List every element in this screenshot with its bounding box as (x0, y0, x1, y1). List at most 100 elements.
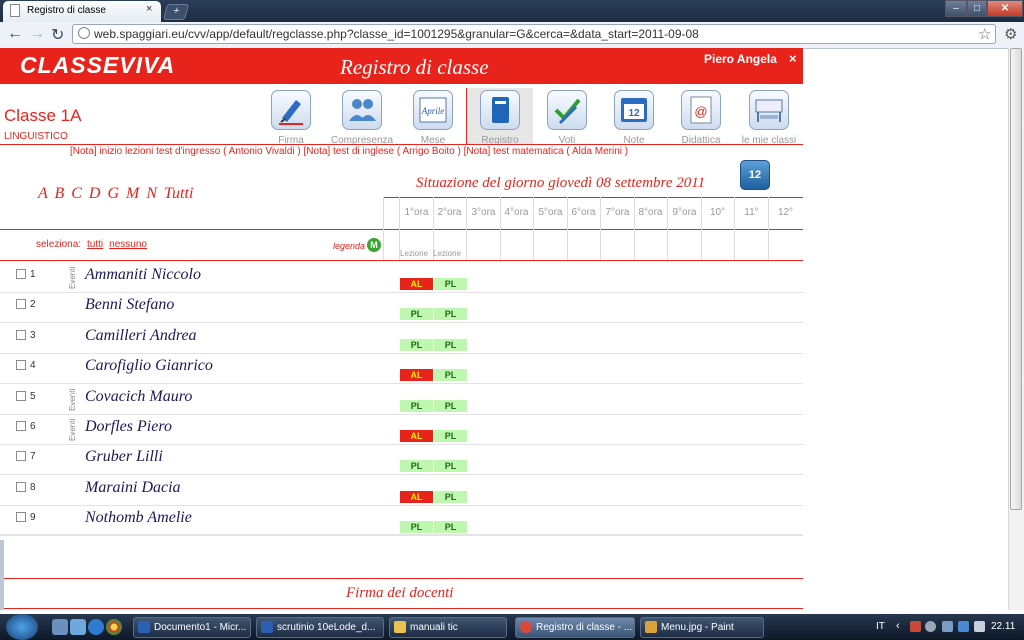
page-title: Registro di classe (340, 55, 489, 79)
new-tab-button[interactable]: + (162, 4, 190, 20)
row-divider (0, 352, 803, 354)
nav-mese[interactable]: Aprile Mese (400, 88, 466, 146)
language-indicator[interactable]: IT (876, 621, 885, 632)
volume-icon[interactable] (974, 621, 985, 632)
people-icon (342, 90, 382, 130)
attendance-badge[interactable]: AL (400, 278, 433, 290)
events-label[interactable]: Eventi (68, 388, 77, 410)
attendance-badge[interactable]: PL (400, 521, 433, 534)
minimize-button[interactable]: – (945, 0, 967, 17)
row-divider (0, 383, 803, 385)
student-checkbox[interactable] (16, 299, 26, 310)
nav-voti[interactable]: Voti (534, 88, 600, 146)
student-name[interactable]: Covacich Mauro (85, 388, 192, 406)
desktop-icon[interactable] (52, 619, 68, 635)
taskbar-item[interactable]: scrutinio 10eLode_d... (256, 617, 384, 638)
taskbar-item[interactable]: manuali tic (389, 617, 507, 638)
nav-didattica[interactable]: @ Didattica (668, 88, 734, 146)
update-icon[interactable] (925, 621, 936, 632)
student-checkbox[interactable] (16, 360, 26, 371)
attendance-badge[interactable]: AL (400, 369, 433, 382)
folder-icon (394, 621, 406, 633)
divider (4, 578, 803, 579)
attendance-badge[interactable]: PL (434, 278, 467, 290)
student-name[interactable]: Ammaniti Niccolo (85, 266, 201, 284)
attendance-badge[interactable]: PL (434, 338, 467, 351)
student-number: 7 (30, 451, 36, 463)
student-checkbox[interactable] (16, 421, 26, 431)
maximize-button[interactable]: □ (967, 0, 987, 17)
signatures-title: Firma dei docenti (346, 585, 454, 601)
display-icon[interactable] (958, 621, 969, 632)
close-window-button[interactable]: ✕ (987, 0, 1023, 17)
back-arrow-icon[interactable]: ← (7, 25, 23, 43)
events-label[interactable]: Eventi (68, 419, 77, 441)
start-button[interactable] (6, 614, 38, 640)
bookmark-star-icon[interactable]: ☆ (978, 25, 991, 43)
scrollbar-thumb[interactable] (1010, 48, 1022, 510)
attendance-badge[interactable]: PL (400, 460, 433, 473)
security-icon[interactable] (910, 621, 921, 632)
attendance-badge[interactable]: PL (434, 521, 467, 534)
student-name[interactable]: Gruber Lilli (85, 448, 163, 466)
tab-close-icon[interactable]: × (146, 3, 152, 15)
student-checkbox[interactable] (16, 481, 26, 492)
student-number: 3 (30, 329, 36, 341)
taskbar-item-active[interactable]: Registro di classe - ... (515, 617, 635, 638)
attendance-badge[interactable]: PL (434, 430, 467, 442)
desk-icon (749, 90, 789, 130)
wrench-icon[interactable]: ⚙ (1004, 25, 1017, 43)
student-name[interactable]: Dorfles Piero (85, 418, 172, 436)
attendance-badge[interactable]: PL (400, 399, 433, 412)
student-name[interactable]: Maraini Dacia (85, 479, 181, 497)
select-none-link[interactable]: nessuno (109, 239, 147, 250)
at-document-icon: @ (681, 90, 721, 130)
taskbar-item[interactable]: Menu.jpg - Paint (640, 617, 764, 638)
student-checkbox[interactable] (16, 329, 26, 340)
student-name[interactable]: Carofiglio Gianrico (85, 357, 213, 375)
attendance-badge[interactable]: AL (400, 430, 433, 442)
attendance-badge[interactable]: PL (434, 490, 467, 503)
student-name[interactable]: Benni Stefano (85, 296, 174, 314)
student-checkbox[interactable] (16, 269, 26, 279)
student-checkbox[interactable] (16, 390, 26, 401)
tray-expand-icon[interactable]: ‹ (896, 620, 900, 632)
attendance-badge[interactable]: PL (400, 338, 433, 351)
network-icon[interactable] (942, 621, 953, 632)
nav-note[interactable]: 12 Note (601, 88, 667, 146)
select-all-link[interactable]: tutti (87, 239, 103, 250)
attendance-badge[interactable]: PL (400, 308, 433, 321)
attendance-badge[interactable]: PL (434, 460, 467, 473)
url-text[interactable]: web.spaggiari.eu/cvv/app/default/regclas… (94, 27, 699, 41)
alphabet-filter[interactable]: A B C D G M N Tutti (38, 185, 193, 203)
chrome-icon[interactable] (106, 619, 122, 635)
switch-windows-icon[interactable] (70, 619, 86, 635)
student-name[interactable]: Camilleri Andrea (85, 327, 197, 345)
calendar-note-icon: 12 (614, 90, 654, 130)
nav-compresenza[interactable]: Compresenza (329, 88, 395, 146)
paint-icon (645, 621, 657, 633)
attendance-badge[interactable]: PL (434, 399, 467, 412)
taskbar-item[interactable]: Documento1 - Micr... (133, 617, 251, 638)
student-checkbox[interactable] (16, 451, 26, 462)
legend-label[interactable]: legenda (333, 241, 365, 251)
forward-arrow-icon[interactable]: → (29, 25, 45, 43)
student-checkbox[interactable] (16, 512, 26, 523)
grid-line (383, 197, 384, 260)
events-label[interactable]: Eventi (68, 267, 77, 289)
nav-firma[interactable]: Firma (258, 88, 324, 146)
divider (0, 144, 803, 145)
attendance-badge[interactable]: PL (434, 369, 467, 382)
legend-icon[interactable]: M (367, 238, 381, 252)
nav-le-mie-classi[interactable]: le mie classi (736, 88, 802, 146)
attendance-badge[interactable]: AL (400, 490, 433, 503)
attendance-badge[interactable]: PL (434, 308, 467, 321)
nav-registro[interactable]: Registro (466, 88, 533, 146)
logout-close-icon[interactable]: × (789, 51, 797, 66)
browser-tab[interactable]: Registro di classe (3, 1, 161, 22)
calendar-button[interactable]: 12 (740, 160, 770, 190)
clock[interactable]: 22.11 (991, 621, 1015, 632)
reload-icon[interactable]: ↻ (51, 25, 64, 45)
internet-explorer-icon[interactable] (88, 619, 104, 635)
student-name[interactable]: Nothomb Amelie (85, 509, 192, 527)
